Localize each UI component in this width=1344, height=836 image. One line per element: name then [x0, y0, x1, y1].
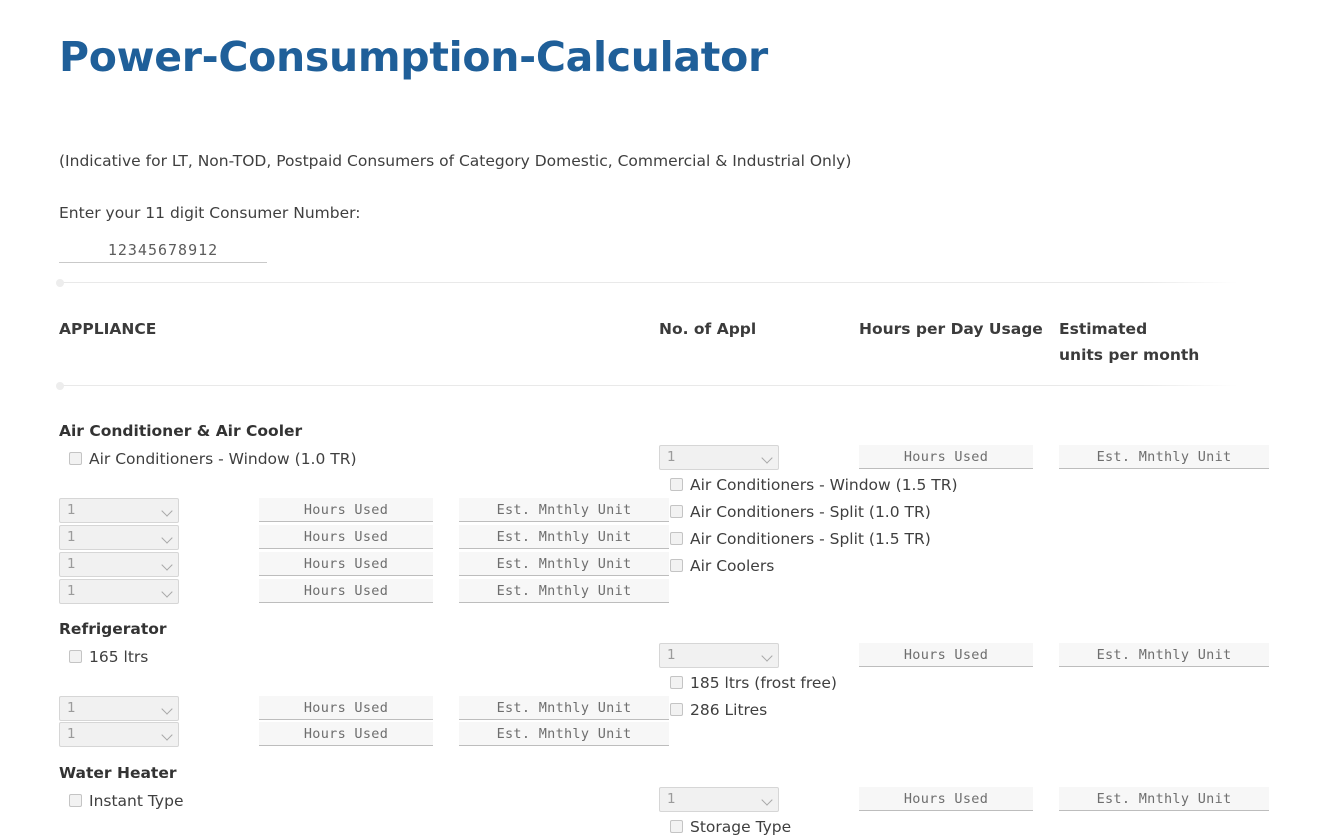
hours-input-ac-2[interactable]: [259, 498, 433, 522]
checkbox-label-ac-window-1-0: Air Conditioners - Window (1.0 TR): [89, 450, 357, 468]
checkbox-label-fridge-185: 185 ltrs (frost free): [690, 674, 837, 692]
page-title: Power-Consumption-Calculator: [59, 33, 768, 81]
checkbox-fridge-165[interactable]: [69, 650, 82, 663]
qty-select-fridge-2[interactable]: 12345: [59, 696, 179, 721]
qty-select-wrap-ac-1[interactable]: 12345: [659, 445, 779, 470]
checkbox-label-heater-instant: Instant Type: [89, 792, 183, 810]
checkbox-row-heater-instant[interactable]: Instant Type: [65, 791, 183, 810]
units-input-fridge-3[interactable]: [459, 722, 669, 746]
qty-select-fridge-1[interactable]: 12345: [659, 643, 779, 668]
checkbox-fridge-185[interactable]: [670, 676, 683, 689]
qty-select-wrap-ac-4[interactable]: 12345: [59, 552, 179, 577]
hours-input-ac-1[interactable]: [859, 445, 1033, 469]
checkbox-fridge-286[interactable]: [670, 703, 683, 716]
units-input-fridge-2[interactable]: [459, 696, 669, 720]
qty-select-ac-5[interactable]: 12345: [59, 579, 179, 604]
checkbox-ac-split-1-5[interactable]: [670, 532, 683, 545]
column-header-units-line1: Estimated: [1059, 320, 1147, 338]
hours-input-heater-1[interactable]: [859, 787, 1033, 811]
divider-top: [59, 282, 1237, 283]
qty-select-wrap-ac-5[interactable]: 12345: [59, 579, 179, 604]
divider-below-header: [59, 385, 1237, 386]
consumer-number-label: Enter your 11 digit Consumer Number:: [59, 204, 360, 222]
group-title-water-heater: Water Heater: [59, 764, 176, 782]
qty-select-ac-3[interactable]: 12345: [59, 525, 179, 550]
qty-select-wrap-ac-3[interactable]: 12345: [59, 525, 179, 550]
checkbox-row-ac-window-1-0[interactable]: Air Conditioners - Window (1.0 TR): [65, 449, 357, 468]
calculator-page: Power-Consumption-Calculator (Indicative…: [0, 0, 1344, 827]
checkbox-ac-window-1-0[interactable]: [69, 452, 82, 465]
qty-select-heater-1[interactable]: 12345: [659, 787, 779, 812]
checkbox-row-ac-split-1-0[interactable]: Air Conditioners - Split (1.0 TR): [666, 502, 931, 521]
hours-input-ac-5[interactable]: [259, 579, 433, 603]
checkbox-label-fridge-165: 165 ltrs: [89, 648, 148, 666]
column-header-hours: Hours per Day Usage: [859, 316, 1043, 342]
qty-select-wrap-fridge-3[interactable]: 12345: [59, 722, 179, 747]
checkbox-label-fridge-286: 286 Litres: [690, 701, 767, 719]
column-header-units-line2: units per month: [1059, 346, 1199, 364]
units-input-ac-4[interactable]: [459, 552, 669, 576]
checkbox-label-ac-window-1-5: Air Conditioners - Window (1.5 TR): [690, 476, 958, 494]
checkbox-row-fridge-286[interactable]: 286 Litres: [666, 700, 767, 719]
checkbox-label-ac-split-1-5: Air Conditioners - Split (1.5 TR): [690, 530, 931, 548]
hours-input-ac-3[interactable]: [259, 525, 433, 549]
qty-select-ac-1[interactable]: 12345: [659, 445, 779, 470]
column-header-appliance: APPLIANCE: [59, 316, 156, 342]
checkbox-air-coolers[interactable]: [670, 559, 683, 572]
qty-select-ac-2[interactable]: 12345: [59, 498, 179, 523]
group-title-refrigerator: Refrigerator: [59, 620, 167, 638]
checkbox-row-fridge-185[interactable]: 185 ltrs (frost free): [666, 673, 837, 692]
units-input-ac-1[interactable]: [1059, 445, 1269, 469]
checkbox-label-air-coolers: Air Coolers: [690, 557, 774, 575]
checkbox-ac-window-1-5[interactable]: [670, 478, 683, 491]
hours-input-fridge-2[interactable]: [259, 696, 433, 720]
qty-select-ac-4[interactable]: 12345: [59, 552, 179, 577]
checkbox-row-fridge-165[interactable]: 165 ltrs: [65, 647, 148, 666]
units-input-ac-5[interactable]: [459, 579, 669, 603]
qty-select-wrap-ac-2[interactable]: 12345: [59, 498, 179, 523]
units-input-fridge-1[interactable]: [1059, 643, 1269, 667]
hours-input-fridge-1[interactable]: [859, 643, 1033, 667]
checkbox-row-ac-split-1-5[interactable]: Air Conditioners - Split (1.5 TR): [666, 529, 931, 548]
column-header-units: Estimated units per month: [1059, 316, 1229, 368]
consumer-number-input[interactable]: [59, 238, 267, 263]
hours-input-ac-4[interactable]: [259, 552, 433, 576]
checkbox-ac-split-1-0[interactable]: [670, 505, 683, 518]
qty-select-wrap-heater-1[interactable]: 12345: [659, 787, 779, 812]
units-input-ac-3[interactable]: [459, 525, 669, 549]
units-input-ac-2[interactable]: [459, 498, 669, 522]
checkbox-row-ac-window-1-5[interactable]: Air Conditioners - Window (1.5 TR): [666, 475, 958, 494]
page-subtitle: (Indicative for LT, Non-TOD, Postpaid Co…: [59, 152, 851, 170]
hours-input-fridge-3[interactable]: [259, 722, 433, 746]
column-header-count: No. of Appl: [659, 316, 756, 342]
checkbox-heater-instant[interactable]: [69, 794, 82, 807]
group-title-air-conditioner: Air Conditioner & Air Cooler: [59, 422, 302, 440]
checkbox-row-air-coolers[interactable]: Air Coolers: [666, 556, 774, 575]
qty-select-fridge-3[interactable]: 12345: [59, 722, 179, 747]
units-input-heater-1[interactable]: [1059, 787, 1269, 811]
qty-select-wrap-fridge-1[interactable]: 12345: [659, 643, 779, 668]
checkbox-label-ac-split-1-0: Air Conditioners - Split (1.0 TR): [690, 503, 931, 521]
qty-select-wrap-fridge-2[interactable]: 12345: [59, 696, 179, 721]
